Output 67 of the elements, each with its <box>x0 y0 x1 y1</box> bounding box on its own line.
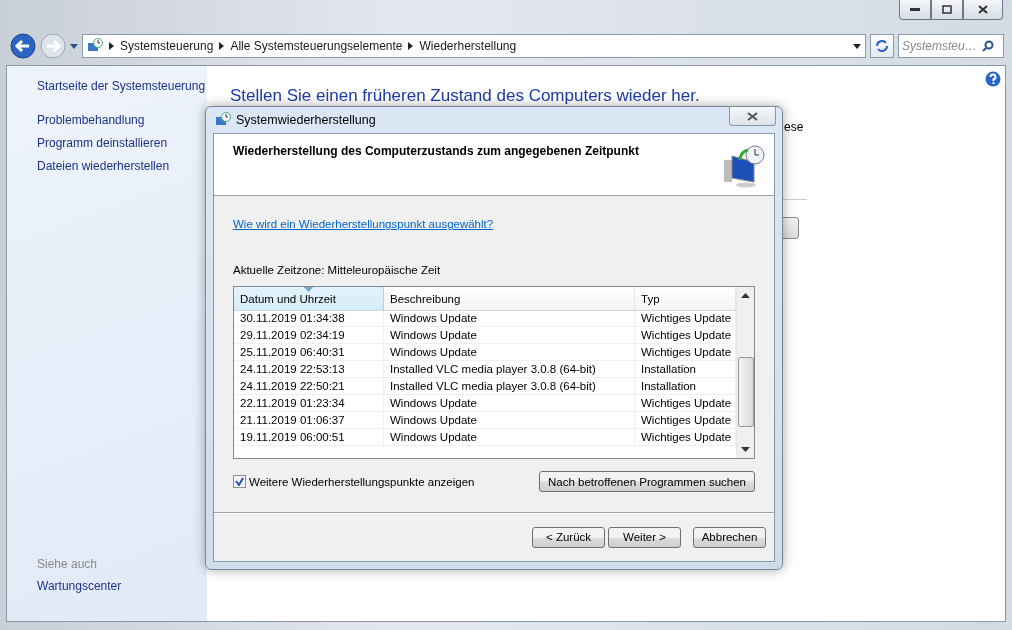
breadcrumb-item[interactable]: Alle Systemsteuerungselemente <box>230 39 403 53</box>
check-icon <box>235 477 244 486</box>
breadcrumb-item[interactable]: Wiederherstellung <box>419 39 517 53</box>
chevron-icon[interactable] <box>408 42 414 50</box>
close-button[interactable] <box>963 0 1003 20</box>
dialog-title: Systemwiederherstellung <box>236 113 376 127</box>
dialog-button[interactable]: < Zurück <box>532 526 605 548</box>
scroll-down-icon[interactable] <box>741 447 750 453</box>
minimize-icon <box>910 7 920 12</box>
table-cell: Installed VLC media player 3.0.8 (64-bit) <box>384 378 635 395</box>
sidebar-link[interactable]: Startseite der Systemsteuerung <box>37 78 206 94</box>
refresh-button[interactable] <box>870 34 894 58</box>
maximize-icon <box>942 5 952 14</box>
sidebar-link[interactable]: Problembehandlung <box>37 112 145 128</box>
restore-icon <box>87 38 103 54</box>
minimize-button[interactable] <box>899 0 931 20</box>
scroll-up-icon[interactable] <box>741 293 750 299</box>
dialog-button[interactable]: Abbrechen <box>693 526 766 548</box>
sidebar-link[interactable]: Dateien wiederherstellen <box>37 158 170 174</box>
timezone-label: Aktuelle Zeitzone: Mitteleuropäische Zeit <box>233 264 442 276</box>
page-heading: Stellen Sie einen früheren Zustand des Computers wieder her. <box>230 86 701 106</box>
dialog-button[interactable]: Weiter > <box>608 526 681 548</box>
table-cell: Windows Update <box>384 344 635 361</box>
dropdown-arrow-icon[interactable] <box>853 43 861 49</box>
table-cell: Windows Update <box>384 429 635 446</box>
scrollbar-thumb[interactable] <box>737 357 754 427</box>
breadcrumb-item[interactable]: Systemsteuerung <box>120 39 214 53</box>
table-cell: 24.11.2019 22:50:21 <box>234 378 384 395</box>
search-field[interactable]: Systemsteu… <box>898 34 1004 58</box>
column-header[interactable]: Datum und Uhrzeit <box>234 287 384 311</box>
help-link[interactable]: Wie wird ein Wiederherstellungspunkt ausgewählt? <box>233 218 494 230</box>
help-icon[interactable] <box>985 71 1001 87</box>
table-cell: 29.11.2019 02:34:19 <box>234 327 384 344</box>
computer-clock-icon <box>722 144 766 188</box>
back-button[interactable] <box>10 33 36 59</box>
table-cell: 22.11.2019 01:23:34 <box>234 395 384 412</box>
table-cell: Windows Update <box>384 310 635 327</box>
restore-icon <box>215 112 231 128</box>
column-header[interactable]: Beschreibung <box>384 287 635 311</box>
table-cell: Installed VLC media player 3.0.8 (64-bit) <box>384 361 635 378</box>
show-more-checkbox[interactable]: Weitere Wiederherstellungspunkte anzeigen <box>233 475 475 488</box>
refresh-icon <box>875 40 889 52</box>
sidebar-link[interactable]: Programm deinstallieren <box>37 135 168 151</box>
table-cell: Windows Update <box>384 395 635 412</box>
search-icon <box>982 40 994 52</box>
table-cell: Windows Update <box>384 327 635 344</box>
close-icon <box>747 111 758 121</box>
address-bar[interactable]: Systemsteuerung Alle Systemsteuerungselemente Wiederherstellung <box>82 34 866 58</box>
chevron-icon[interactable] <box>109 42 114 50</box>
table-cell: 30.11.2019 01:34:38 <box>234 310 384 327</box>
section-heading: Siehe auch <box>37 557 99 571</box>
table-cell: 25.11.2019 06:40:31 <box>234 344 384 361</box>
scrollbar[interactable] <box>736 287 754 458</box>
close-button[interactable] <box>729 107 776 126</box>
table-cell: 21.11.2019 01:06:37 <box>234 412 384 429</box>
scan-programs-button[interactable]: Nach betroffenen Programmen suchen <box>539 471 755 492</box>
maximize-button[interactable] <box>931 0 963 20</box>
table-cell: Windows Update <box>384 412 635 429</box>
chevron-icon[interactable] <box>219 42 225 50</box>
description-text: ese <box>784 120 804 134</box>
table-cell: 19.11.2019 06:00:51 <box>234 429 384 446</box>
dialog-header: Wiederherstellung des Computerzustands zum angegebenen Zeitpunkt <box>233 144 639 160</box>
sort-arrow-icon <box>304 287 313 292</box>
column-header[interactable]: Typ <box>635 287 736 311</box>
sidebar-link[interactable]: Wartungscenter <box>37 578 122 594</box>
table-cell: 24.11.2019 22:53:13 <box>234 361 384 378</box>
close-icon <box>978 5 988 14</box>
